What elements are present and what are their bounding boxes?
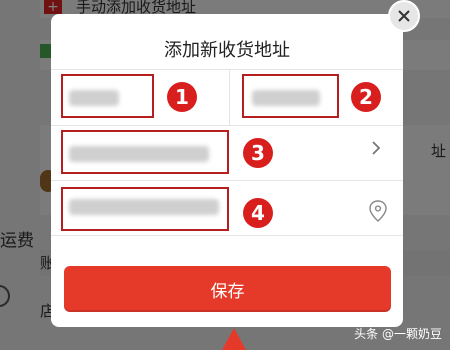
close-button[interactable]: [388, 0, 420, 32]
highlight-box: [61, 74, 154, 118]
highlight-box: [61, 130, 229, 174]
save-button[interactable]: 保存: [64, 266, 391, 312]
detailed-address-field[interactable]: 4: [51, 181, 403, 235]
dialog-title: 添加新收货地址: [164, 40, 290, 61]
region-selector[interactable]: 3: [51, 126, 403, 180]
step-badge: 1: [167, 82, 197, 112]
location-pin-icon[interactable]: [368, 200, 388, 226]
divider: [51, 235, 403, 236]
highlight-box: [242, 74, 339, 118]
step-badge: 3: [243, 138, 273, 168]
step-badge: 2: [351, 82, 381, 112]
step-badge: 4: [243, 198, 273, 228]
chevron-right-icon: [371, 140, 381, 161]
watermark: 头条 @一颗奶豆: [354, 327, 442, 341]
pointer-arrow: [222, 328, 246, 350]
close-icon: [398, 10, 410, 22]
recipient-name-field[interactable]: 1: [51, 70, 229, 125]
phone-number-field[interactable]: 2: [230, 70, 403, 125]
add-address-dialog: 添加新收货地址 1 2 3 4 保存: [51, 14, 403, 327]
highlight-box: [61, 187, 229, 231]
